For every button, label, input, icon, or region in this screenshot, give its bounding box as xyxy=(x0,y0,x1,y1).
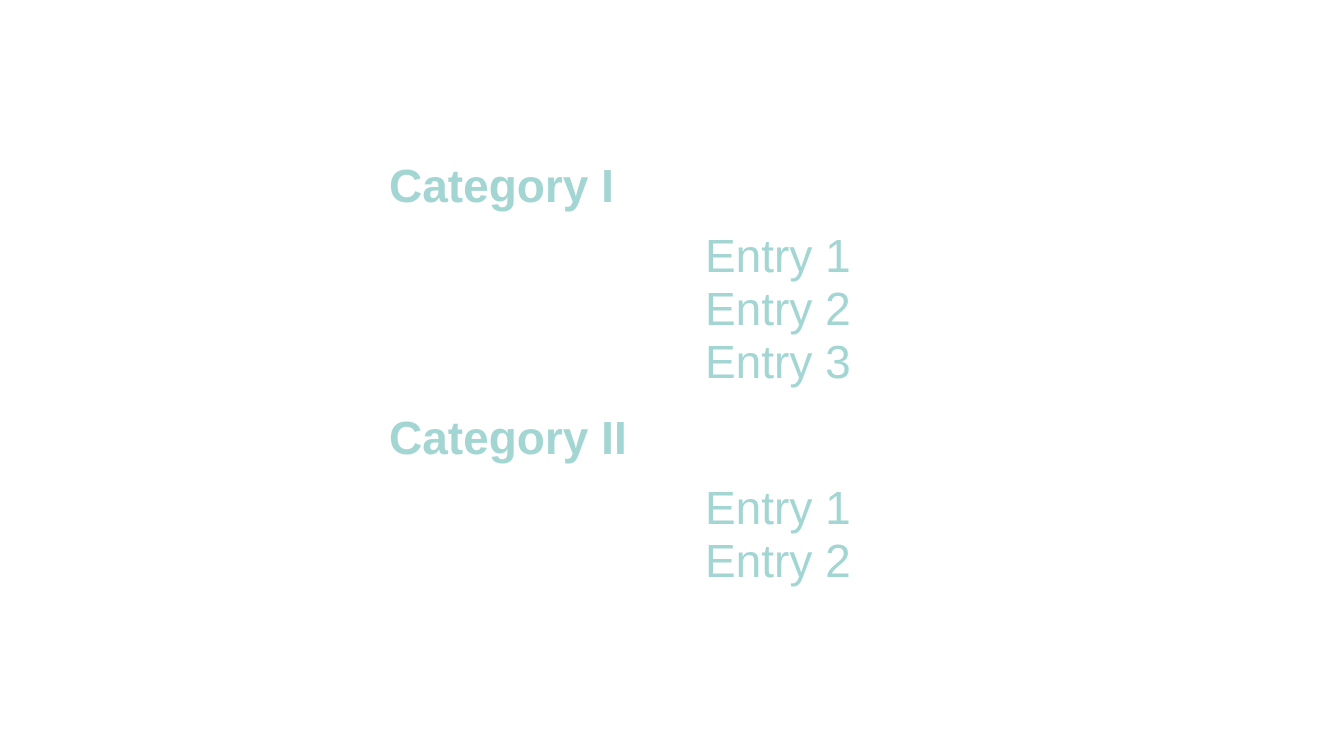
category-section-1: Category I Entry 1 Entry 2 Entry 3 xyxy=(389,154,851,389)
list-item: Entry 2 xyxy=(705,283,851,335)
entry-list: Entry 1 Entry 2 Entry 3 xyxy=(705,230,851,389)
category-title: Category II xyxy=(389,412,627,464)
list-item: Entry 3 xyxy=(705,336,851,388)
entry-list: Entry 1 Entry 2 xyxy=(705,482,851,588)
slide-canvas: Category I Entry 1 Entry 2 Entry 3 Categ… xyxy=(0,0,1333,750)
category-section-2: Category II Entry 1 Entry 2 xyxy=(389,406,851,588)
list-item: Entry 2 xyxy=(705,535,851,587)
list-item: Entry 1 xyxy=(705,230,851,282)
list-item: Entry 1 xyxy=(705,482,851,534)
category-title: Category I xyxy=(389,160,614,212)
